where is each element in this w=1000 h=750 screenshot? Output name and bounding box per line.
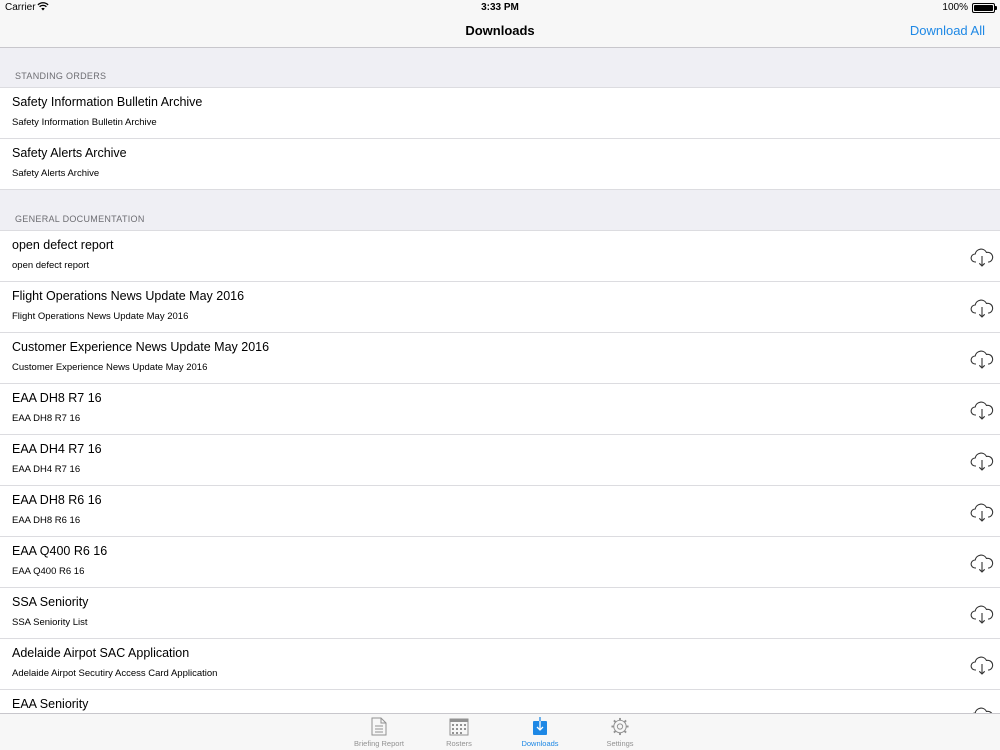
- cloud-download-icon[interactable]: [970, 347, 994, 369]
- cloud-download-icon[interactable]: [970, 602, 994, 624]
- downloads-list[interactable]: STANDING ORDERS Safety Information Bulle…: [0, 48, 1000, 713]
- navigation-bar: Downloads Download All: [0, 16, 1000, 48]
- cloud-download-icon[interactable]: [970, 245, 994, 267]
- item-subtitle: EAA DH8 R6 16: [12, 515, 81, 526]
- gear-icon: [611, 717, 629, 736]
- item-subtitle: Safety Information Bulletin Archive: [12, 117, 157, 128]
- tab-rosters[interactable]: Rosters: [419, 717, 499, 750]
- cloud-download-icon[interactable]: [970, 551, 994, 573]
- page-title: Downloads: [465, 23, 535, 38]
- section-header-general-documentation: GENERAL DOCUMENTATION: [0, 190, 1000, 231]
- cloud-download-icon[interactable]: [970, 449, 994, 471]
- list-item[interactable]: Safety Alerts Archive Safety Alerts Arch…: [0, 139, 1000, 190]
- item-subtitle: Customer Experience News Update May 2016: [12, 362, 208, 373]
- item-title: EAA DH4 R7 16: [12, 442, 102, 456]
- item-title: SSA Seniority: [12, 595, 89, 609]
- item-title: Adelaide Airpot SAC Application: [12, 646, 190, 660]
- list-item[interactable]: EAA DH8 R6 16 EAA DH8 R6 16: [0, 486, 1000, 537]
- item-title: EAA DH8 R7 16: [12, 391, 102, 405]
- tab-briefing-report[interactable]: Briefing Report: [339, 717, 419, 750]
- list-item[interactable]: EAA Seniority: [0, 690, 1000, 713]
- cloud-download-icon[interactable]: [970, 653, 994, 675]
- item-title: Safety Alerts Archive: [12, 146, 127, 160]
- download-all-button[interactable]: Download All: [910, 23, 985, 38]
- item-subtitle: EAA DH8 R7 16: [12, 413, 81, 424]
- document-icon: [371, 717, 387, 736]
- tab-label: Rosters: [446, 739, 472, 748]
- section-header-standing-orders: STANDING ORDERS: [0, 48, 1000, 88]
- item-subtitle: Flight Operations News Update May 2016: [12, 311, 189, 322]
- tab-downloads[interactable]: Downloads: [500, 717, 580, 750]
- download-icon: [533, 717, 547, 735]
- list-item[interactable]: Flight Operations News Update May 2016 Fl…: [0, 282, 1000, 333]
- item-title: Safety Information Bulletin Archive: [12, 95, 203, 109]
- item-subtitle: EAA DH4 R7 16: [12, 464, 81, 475]
- item-title: EAA DH8 R6 16: [12, 493, 102, 507]
- list-item[interactable]: Customer Experience News Update May 2016…: [0, 333, 1000, 384]
- section-header-label: GENERAL DOCUMENTATION: [15, 214, 145, 224]
- item-title: EAA Seniority: [12, 697, 89, 711]
- battery-percent: 100%: [942, 2, 968, 13]
- item-title: Customer Experience News Update May 2016: [12, 340, 270, 354]
- cloud-download-icon[interactable]: [970, 398, 994, 420]
- list-item[interactable]: Safety Information Bulletin Archive Safe…: [0, 88, 1000, 139]
- tab-label: Downloads: [521, 739, 559, 748]
- item-subtitle: Safety Alerts Archive: [12, 168, 100, 179]
- item-title: open defect report: [12, 238, 114, 252]
- cloud-download-icon[interactable]: [970, 296, 994, 318]
- list-item[interactable]: EAA DH8 R7 16 EAA DH8 R7 16: [0, 384, 1000, 435]
- tab-bar: Briefing Report Rosters Downloads Settin…: [0, 713, 1000, 750]
- section-header-label: STANDING ORDERS: [15, 71, 107, 81]
- list-item[interactable]: SSA Seniority SSA Seniority List: [0, 588, 1000, 639]
- item-title: Flight Operations News Update May 2016: [12, 289, 245, 303]
- tab-settings[interactable]: Settings: [580, 717, 660, 750]
- cloud-download-icon[interactable]: [970, 704, 994, 713]
- calendar-icon: [449, 718, 469, 736]
- battery-icon: [972, 3, 997, 13]
- item-subtitle: Adelaide Airpot Secutiry Access Card App…: [12, 668, 218, 679]
- item-title: EAA Q400 R6 16: [12, 544, 108, 558]
- item-subtitle: SSA Seniority List: [12, 617, 88, 628]
- item-subtitle: open defect report: [12, 260, 90, 271]
- list-item[interactable]: EAA Q400 R6 16 EAA Q400 R6 16: [0, 537, 1000, 588]
- status-time: 3:33 PM: [481, 2, 519, 13]
- list-item[interactable]: EAA DH4 R7 16 EAA DH4 R7 16: [0, 435, 1000, 486]
- tab-label: Settings: [606, 739, 634, 748]
- list-item[interactable]: Adelaide Airpot SAC Application Adelaide …: [0, 639, 1000, 690]
- status-bar: Carrier 3:33 PM 100%: [0, 0, 1000, 16]
- item-subtitle: EAA Q400 R6 16: [12, 566, 85, 577]
- tab-label: Briefing Report: [353, 739, 405, 748]
- cloud-download-icon[interactable]: [970, 500, 994, 522]
- list-item[interactable]: open defect report open defect report: [0, 231, 1000, 282]
